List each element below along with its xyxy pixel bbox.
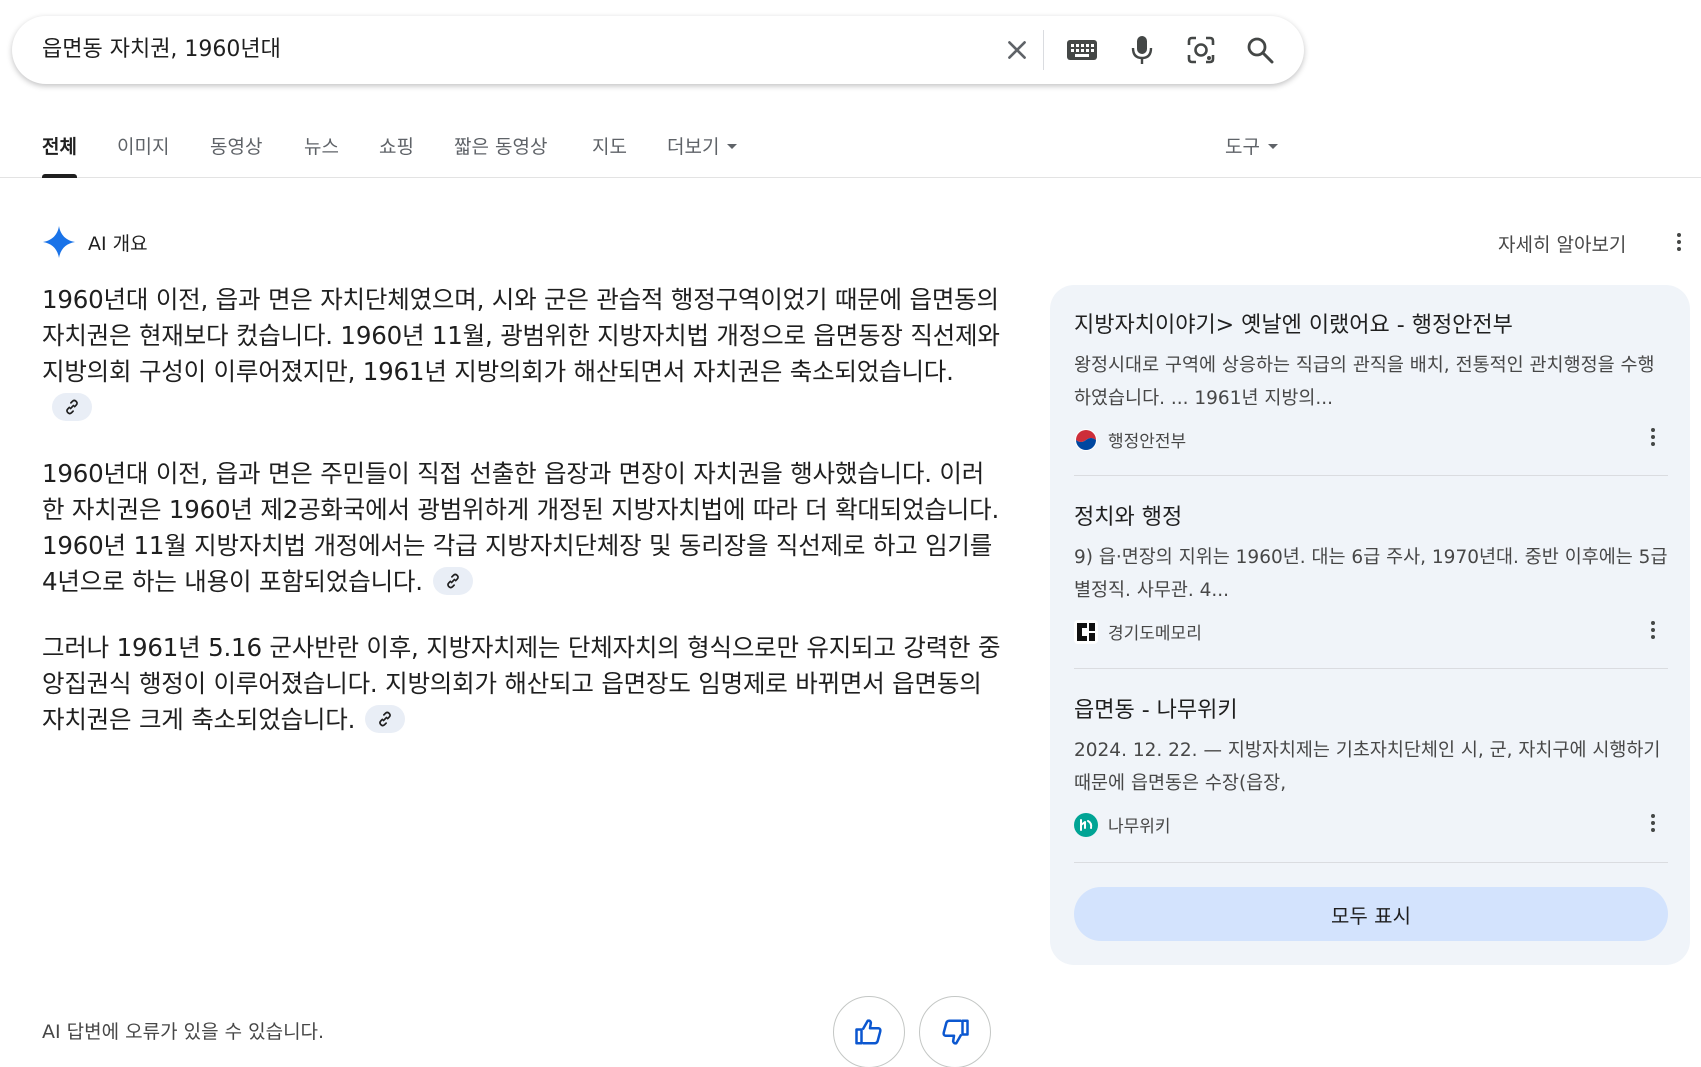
tab-maps[interactable]: 지도 — [592, 132, 627, 178]
source-title[interactable]: 정치와 행정 — [1074, 499, 1668, 531]
source-more-icon[interactable] — [1641, 811, 1665, 835]
tab-news[interactable]: 뉴스 — [304, 132, 339, 178]
source-title[interactable]: 지방자치이야기> 옛날엔 이랬어요 - 행정안전부 — [1074, 307, 1668, 339]
tools-button[interactable]: 도구 — [1225, 132, 1278, 178]
ai-overview-header: AI 개요 — [42, 224, 148, 260]
citation-link-button[interactable] — [365, 705, 406, 733]
source-card[interactable]: 지방자치이야기> 옛날엔 이랬어요 - 행정안전부 왕정시대로 구역에 상응하는… — [1074, 307, 1668, 452]
citation-link-button[interactable] — [52, 393, 92, 421]
ai-overview-answer: 1960년대 이전, 읍과 면은 자치단체였으며, 시와 군은 관습적 행정구역… — [42, 282, 1002, 768]
tab-short-videos[interactable]: 짧은 동영상 — [454, 132, 547, 178]
answer-text: 1960년대 이전, 읍과 면은 자치단체였으며, 시와 군은 관습적 행정구역… — [42, 285, 1000, 386]
learn-more-link[interactable]: 자세히 알아보기 — [1498, 230, 1626, 257]
chevron-down-icon — [727, 143, 738, 149]
tab-shopping[interactable]: 쇼핑 — [379, 132, 414, 178]
sparkle-icon — [43, 226, 75, 258]
link-icon — [379, 711, 392, 727]
source-divider — [1074, 475, 1668, 476]
source-snippet: 9) 읍·면장의 지위는 1960년. 대는 6급 주사, 1970년대. 중반… — [1074, 547, 1668, 601]
tools-label: 도구 — [1225, 136, 1260, 158]
chevron-down-icon — [1267, 143, 1278, 149]
answer-text: 그러나 1961년 5.16 군사반란 이후, 지방자치제는 단체자치의 형식으… — [42, 633, 1001, 734]
more-options-icon[interactable] — [1667, 230, 1691, 254]
link-icon — [446, 573, 459, 589]
source-site-name: 행정안전부 — [1108, 432, 1187, 452]
mic-icon[interactable] — [1122, 30, 1162, 70]
search-divider — [1043, 30, 1044, 70]
search-tabs: 전체 이미지 동영상 뉴스 쇼핑 짧은 동영상 지도 더보기 도구 — [0, 118, 1701, 178]
ai-disclaimer: AI 답변에 오류가 있을 수 있습니다. — [42, 1021, 325, 1043]
source-card[interactable]: 정치와 행정 9) 읍·면장의 지위는 1960년. 대는 6급 주사, 197… — [1074, 499, 1668, 644]
thumbs-down-icon — [942, 1019, 969, 1045]
source-site: 나무위키 — [1074, 812, 1668, 837]
tab-more-label: 더보기 — [667, 136, 720, 158]
sources-panel: 지방자치이야기> 옛날엔 이랬어요 - 행정안전부 왕정시대로 구역에 상응하는… — [1050, 285, 1690, 965]
answer-paragraph: 1960년대 이전, 읍과 면은 주민들이 직접 선출한 읍장과 면장이 자치권… — [42, 456, 1002, 600]
search-icon[interactable] — [1240, 30, 1280, 70]
answer-paragraph: 1960년대 이전, 읍과 면은 자치단체였으며, 시와 군은 관습적 행정구역… — [42, 282, 1002, 426]
clear-icon[interactable] — [997, 30, 1037, 70]
source-divider — [1074, 862, 1668, 863]
namuwiki-logo-icon — [1074, 812, 1098, 837]
source-title[interactable]: 읍면동 - 나무위키 — [1074, 692, 1668, 724]
search-bar[interactable]: 읍면동 자치권, 1960년대 — [12, 16, 1304, 84]
mois-logo-icon — [1074, 428, 1098, 452]
source-card[interactable]: 읍면동 - 나무위키 2024. 12. 22. — 지방자치제는 기초자치단체… — [1074, 692, 1668, 837]
show-all-button[interactable]: 모두 표시 — [1074, 887, 1668, 941]
thumbs-up-button[interactable] — [833, 996, 905, 1067]
source-more-icon[interactable] — [1641, 618, 1665, 642]
thumbs-down-button[interactable] — [919, 996, 991, 1067]
source-site: 경기도메모리 — [1074, 619, 1668, 644]
source-site-name: 경기도메모리 — [1108, 624, 1202, 644]
source-site-name: 나무위키 — [1108, 817, 1171, 837]
answer-text: 1960년대 이전, 읍과 면은 주민들이 직접 선출한 읍장과 면장이 자치권… — [42, 459, 1000, 596]
answer-paragraph: 그러나 1961년 5.16 군사반란 이후, 지방자치제는 단체자치의 형식으… — [42, 630, 1002, 738]
source-divider — [1074, 668, 1668, 669]
keyboard-icon[interactable] — [1062, 30, 1102, 70]
thumbs-up-icon — [855, 1019, 882, 1045]
citation-link-button[interactable] — [432, 567, 473, 595]
source-more-icon[interactable] — [1641, 425, 1665, 449]
tab-videos[interactable]: 동영상 — [210, 132, 262, 178]
tab-all[interactable]: 전체 — [42, 132, 77, 178]
search-input[interactable]: 읍면동 자치권, 1960년대 — [42, 16, 281, 84]
tab-images[interactable]: 이미지 — [117, 132, 169, 178]
link-icon — [66, 399, 78, 415]
gyeonggi-memory-logo-icon — [1074, 619, 1098, 644]
source-snippet: 2024. 12. 22. — 지방자치제는 기초자치단체인 시, 군, 자치구… — [1074, 740, 1661, 794]
source-snippet: 왕정시대로 구역에 상응하는 직급의 관직을 배치, 전통적인 관치행정을 수행… — [1074, 355, 1655, 409]
source-site: 행정안전부 — [1074, 427, 1668, 452]
tab-more[interactable]: 더보기 — [667, 132, 738, 178]
ai-overview-title: AI 개요 — [88, 232, 148, 255]
lens-icon[interactable] — [1181, 30, 1221, 70]
